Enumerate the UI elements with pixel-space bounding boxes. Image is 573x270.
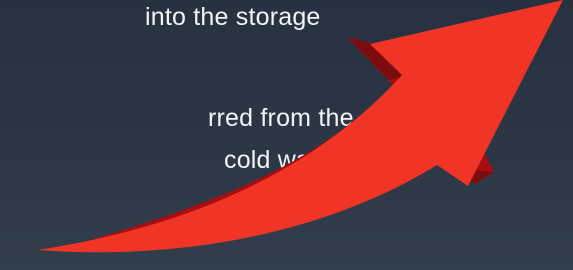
arrow-front xyxy=(38,0,563,253)
slide: into the storage rred from the cold wate… xyxy=(0,0,573,270)
curved-up-right-arrow-icon xyxy=(38,0,563,253)
